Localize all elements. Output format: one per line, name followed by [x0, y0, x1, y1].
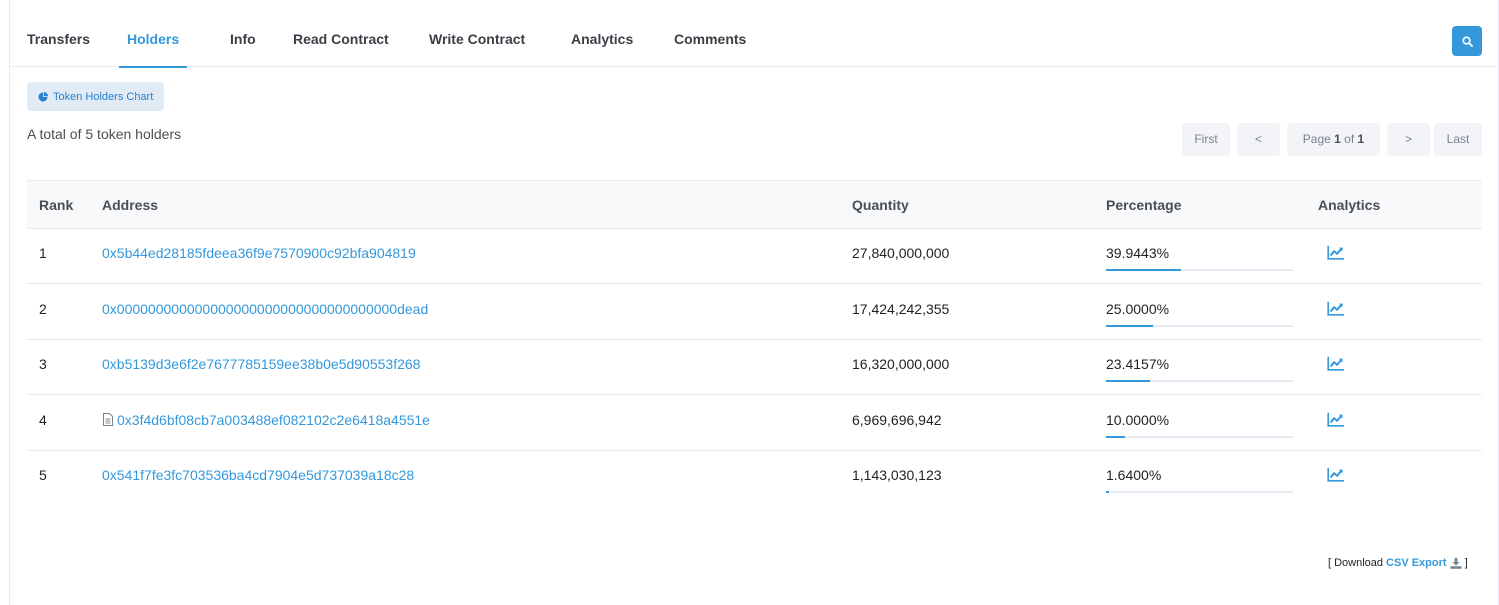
- table-row: 1 0x5b44ed28185fdeea36f9e7570900c92bfa904…: [27, 229, 1482, 284]
- tab-comments[interactable]: Comments: [674, 0, 746, 67]
- rank-cell: 2: [39, 300, 47, 317]
- next-page-button[interactable]: >: [1387, 123, 1430, 156]
- tab-read-contract[interactable]: Read Contract: [293, 0, 389, 67]
- rank-cell: 3: [39, 356, 47, 372]
- header-address: Address: [102, 197, 159, 213]
- address-text: 0x541f7fe3fc703536ba4cd7904e5d737039a18c…: [102, 467, 415, 483]
- percentage-bar-fill: [1106, 380, 1150, 382]
- address-link[interactable]: 0x000000000000000000000000000000000000de…: [102, 285, 428, 333]
- page-indicator: Page 1 of 1: [1287, 123, 1380, 156]
- percentage-bar-track: [1106, 324, 1293, 327]
- tab-bar: Transfers Holders Info Read Contract Wri…: [10, 0, 1498, 68]
- quantity-cell: 17,424,242,355: [852, 300, 950, 317]
- tab-holders[interactable]: Holders: [118, 0, 188, 68]
- tab-info[interactable]: Info: [230, 0, 256, 67]
- address-link[interactable]: 0x5b44ed28185fdeea36f9e7570900c92bfa9048…: [102, 229, 416, 277]
- address-text: 0xb5139d3e6f2e7677785159ee38b0e5d90553f2…: [102, 356, 421, 372]
- download-prefix: [ Download: [1328, 557, 1384, 569]
- quantity-cell: 6,969,696,942: [852, 411, 942, 428]
- percentage-bar-fill: [1106, 491, 1110, 493]
- analytics-chart-icon[interactable]: [1327, 301, 1345, 316]
- table-row: 3 0xb5139d3e6f2e7677785159ee38b0e5d90553f…: [27, 340, 1482, 395]
- header-rank: Rank: [39, 197, 74, 213]
- download-suffix: ]: [1464, 557, 1468, 569]
- pie-chart-icon: [38, 91, 48, 101]
- address-link[interactable]: 0x3f4d6bf08cb7a003488ef082102c2e6418a455…: [102, 396, 430, 444]
- table-row: 2 0x000000000000000000000000000000000000d…: [27, 285, 1482, 340]
- rank-cell: 5: [39, 467, 47, 483]
- tab-transfers[interactable]: Transfers: [27, 0, 90, 67]
- percentage-bar-track: [1106, 491, 1293, 493]
- quantity-cell: 16,320,000,000: [852, 356, 950, 372]
- search-button[interactable]: [1452, 26, 1482, 56]
- tab-write-contract[interactable]: Write Contract: [429, 0, 525, 67]
- analytics-chart-icon[interactable]: [1327, 245, 1345, 260]
- first-page-button[interactable]: First: [1182, 123, 1230, 156]
- holders-summary: A total of 5 token holders: [27, 126, 182, 142]
- chart-button-label: Token Holders Chart: [53, 90, 154, 103]
- percentage-bar-fill: [1106, 435, 1125, 438]
- table-row: 4 0x3f4d6bf08cb7a003488ef082102c2e6418a45…: [27, 396, 1482, 451]
- search-icon: [1461, 35, 1473, 47]
- percentage-bar-track: [1106, 269, 1293, 271]
- prev-page-button[interactable]: <: [1237, 123, 1280, 156]
- analytics-chart-icon[interactable]: [1327, 412, 1345, 427]
- percentage-bar-fill: [1106, 269, 1181, 271]
- header-quantity: Quantity: [852, 197, 909, 213]
- download-icon[interactable]: [1450, 557, 1462, 569]
- percentage-bar-track: [1106, 435, 1293, 438]
- address-text: 0x5b44ed28185fdeea36f9e7570900c92bfa9048…: [102, 245, 416, 261]
- csv-download: [ Download CSV Export ]: [1328, 557, 1468, 569]
- address-link[interactable]: 0xb5139d3e6f2e7677785159ee38b0e5d90553f2…: [102, 340, 420, 388]
- analytics-chart-icon[interactable]: [1327, 356, 1345, 371]
- table-row: 5 0x541f7fe3fc703536ba4cd7904e5d737039a18…: [27, 451, 1482, 506]
- quantity-cell: 1,143,030,123: [852, 467, 942, 483]
- analytics-chart-icon[interactable]: [1327, 467, 1345, 482]
- address-link[interactable]: 0x541f7fe3fc703536ba4cd7904e5d737039a18c…: [102, 451, 414, 499]
- quantity-cell: 27,840,000,000: [852, 245, 950, 261]
- last-page-button[interactable]: Last: [1434, 123, 1482, 156]
- csv-export-link[interactable]: CSV Export: [1386, 557, 1447, 569]
- rank-cell: 1: [39, 245, 47, 261]
- percentage-bar-track: [1106, 380, 1293, 382]
- contract-file-icon: [103, 413, 113, 426]
- address-text: 0x000000000000000000000000000000000000de…: [102, 300, 429, 317]
- table-header: Rank Address Quantity Percentage Analyti…: [27, 180, 1482, 229]
- header-analytics: Analytics: [1318, 197, 1381, 213]
- token-holders-chart-button[interactable]: Token Holders Chart: [27, 82, 165, 111]
- rank-cell: 4: [39, 411, 47, 428]
- token-holders-card: Transfers Holders Info Read Contract Wri…: [9, 0, 1499, 605]
- tab-analytics[interactable]: Analytics: [571, 0, 633, 67]
- address-text: 0x3f4d6bf08cb7a003488ef082102c2e6418a455…: [117, 411, 430, 428]
- percentage-bar-fill: [1106, 324, 1153, 327]
- header-percentage: Percentage: [1106, 197, 1182, 213]
